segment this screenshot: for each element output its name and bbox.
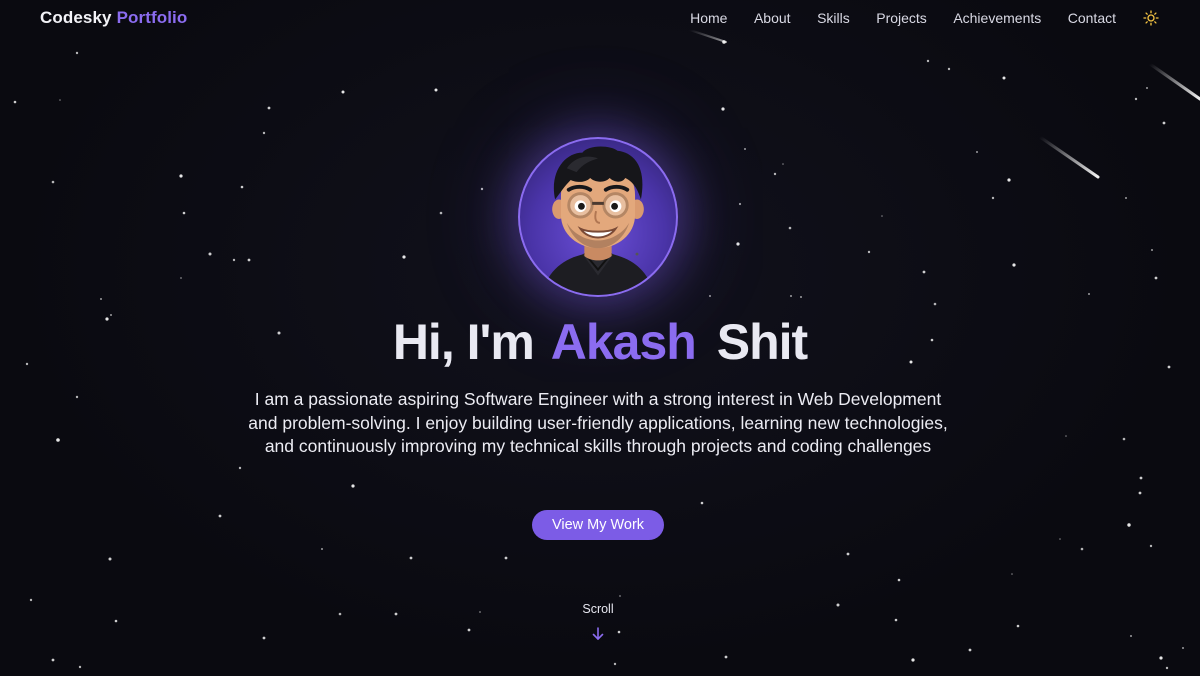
hero-title: Hi, I'm Akash Shit <box>0 313 1200 371</box>
shooting-star <box>1038 135 1100 179</box>
nav-link-home[interactable]: Home <box>690 10 727 26</box>
avatar-illustration <box>541 146 655 295</box>
profile-avatar <box>518 137 678 297</box>
nav-link-achievements[interactable]: Achievements <box>953 10 1041 26</box>
view-my-work-button[interactable]: View My Work <box>532 510 664 540</box>
nav-link-contact[interactable]: Contact <box>1068 10 1116 26</box>
brand-accent: Portfolio <box>116 8 188 27</box>
theme-toggle-button[interactable] <box>1142 9 1160 27</box>
scroll-label[interactable]: Scroll <box>0 602 1196 616</box>
hero-last-name: Shit <box>716 314 808 370</box>
arrow-down-icon[interactable] <box>591 626 605 642</box>
brand-logo[interactable]: Codesky Portfolio <box>40 8 187 28</box>
nav-link-projects[interactable]: Projects <box>876 10 927 26</box>
nav-link-skills[interactable]: Skills <box>817 10 850 26</box>
nav-menu: Home About Skills Projects Achievements … <box>690 9 1160 27</box>
brand-name: Codesky <box>40 8 112 27</box>
hero-first-name: Akash <box>550 314 697 370</box>
hero-description: I am a passionate aspiring Software Engi… <box>248 389 948 456</box>
hero-greeting: Hi, I'm <box>392 314 535 370</box>
page: Codesky Portfolio Home About Skills Proje… <box>0 0 1200 676</box>
nav-link-about[interactable]: About <box>754 10 791 26</box>
navbar: Codesky Portfolio Home About Skills Proje… <box>0 0 1200 36</box>
shooting-star <box>1148 62 1200 101</box>
sun-icon <box>1143 10 1159 26</box>
